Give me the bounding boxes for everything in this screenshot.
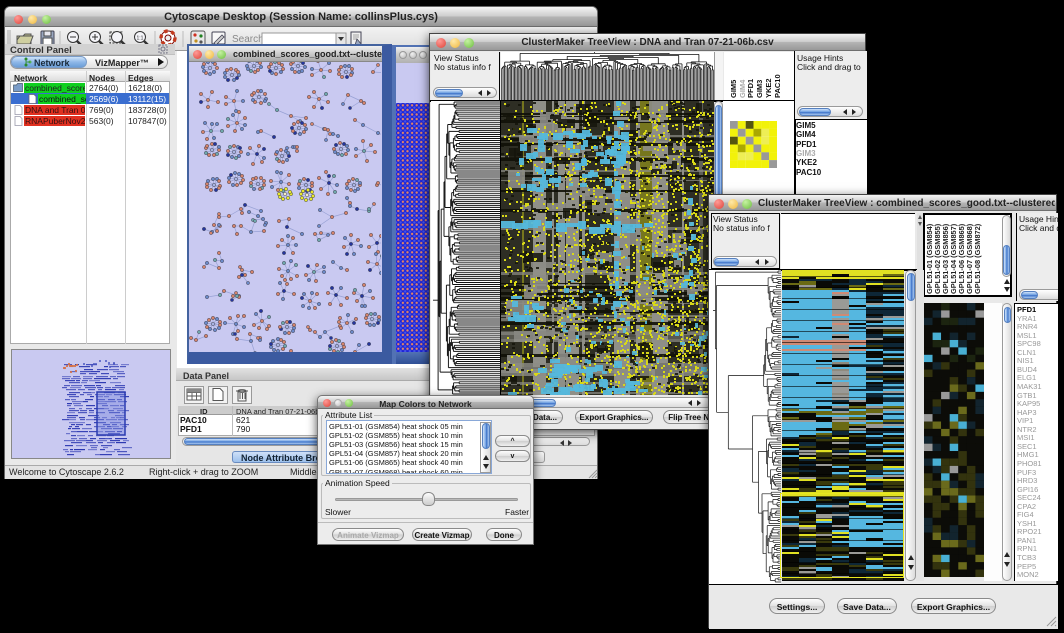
svg-text:GIM3: GIM3 xyxy=(755,80,764,98)
svg-text:PFD1: PFD1 xyxy=(746,79,755,98)
svg-text:GPL51-08 (GSM872): GPL51-08 (GSM872) xyxy=(973,223,982,294)
svg-text:1:1: 1:1 xyxy=(137,36,144,42)
svg-text:GIM5: GIM5 xyxy=(729,80,738,98)
svg-text:PAC10: PAC10 xyxy=(773,74,782,98)
svg-text:YKE2: YKE2 xyxy=(764,78,773,98)
